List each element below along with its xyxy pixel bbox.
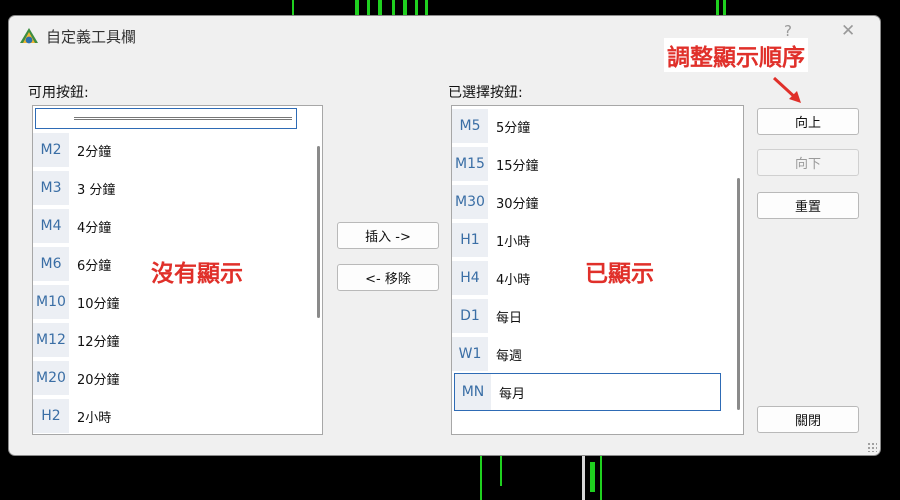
available-list-scrollbar[interactable]: [317, 146, 320, 318]
item-code: M5: [452, 109, 488, 143]
list-item[interactable]: M4 4分鐘: [33, 209, 322, 243]
window-title: 自定義工具欄: [46, 28, 137, 46]
close-icon[interactable]: ✕: [841, 21, 855, 41]
item-name: 12分鐘: [77, 334, 120, 350]
list-item[interactable]: M30 30分鐘: [452, 185, 743, 219]
item-code: M20: [33, 361, 69, 395]
item-code: M30: [452, 185, 488, 219]
close-button[interactable]: 關閉: [757, 406, 859, 433]
list-item[interactable]: W1 每週: [452, 337, 743, 371]
insert-button[interactable]: 插入 ->: [337, 222, 439, 249]
item-name: 2分鐘: [77, 144, 112, 160]
list-item[interactable]: M2 2分鐘: [33, 133, 322, 167]
selected-list-scrollbar[interactable]: [737, 178, 740, 410]
list-item[interactable]: D1 每日: [452, 299, 743, 333]
list-item[interactable]: M20 20分鐘: [33, 361, 322, 395]
item-code: MN: [455, 374, 491, 410]
reset-button[interactable]: 重置: [757, 192, 859, 219]
item-code: W1: [452, 337, 488, 371]
item-code: D1: [452, 299, 488, 333]
item-code: M6: [33, 247, 69, 281]
item-name: 10分鐘: [77, 296, 120, 312]
customize-toolbar-dialog: 自定義工具欄 ? ✕ 可用按鈕: M2 2分鐘 M3 3 分鐘 M4 4分鐘 M…: [8, 15, 881, 456]
selected-buttons-label: 已選擇按鈕:: [448, 85, 523, 101]
item-code: M4: [33, 209, 69, 243]
shown-annotation: 已顯示: [585, 261, 654, 287]
list-item[interactable]: H2 2小時: [33, 399, 322, 433]
item-name: 每月: [499, 386, 526, 402]
list-item-selected[interactable]: MN 每月: [454, 373, 721, 411]
arrow-down-right-icon: [772, 76, 801, 103]
item-code: M10: [33, 285, 69, 319]
list-item[interactable]: M5 5分鐘: [452, 109, 743, 143]
item-name: 每週: [496, 348, 523, 364]
list-item[interactable]: H1 1小時: [452, 223, 743, 257]
item-name: 20分鐘: [77, 372, 120, 388]
item-code: M3: [33, 171, 69, 205]
item-code: M15: [452, 147, 488, 181]
available-buttons-label: 可用按鈕:: [28, 85, 89, 101]
item-name: 30分鐘: [496, 196, 539, 212]
item-name: 每日: [496, 310, 523, 326]
item-code: M12: [33, 323, 69, 357]
list-item[interactable]: M15 15分鐘: [452, 147, 743, 181]
move-down-button[interactable]: 向下: [757, 149, 859, 176]
move-up-button[interactable]: 向上: [757, 108, 859, 135]
list-item[interactable]: M3 3 分鐘: [33, 171, 322, 205]
list-item[interactable]: M10 10分鐘: [33, 285, 322, 319]
not-shown-annotation: 沒有顯示: [151, 261, 243, 287]
remove-button[interactable]: <- 移除: [337, 264, 439, 291]
item-code: H2: [33, 399, 69, 433]
item-name: 15分鐘: [496, 158, 539, 174]
separator-line: [74, 117, 292, 120]
app-logo-icon: [20, 28, 38, 44]
resize-grip[interactable]: [867, 442, 877, 452]
item-name: 3 分鐘: [77, 182, 116, 198]
item-name: 4分鐘: [77, 220, 112, 236]
item-name: 1小時: [496, 234, 531, 250]
item-code: M2: [33, 133, 69, 167]
item-name: 6分鐘: [77, 258, 112, 274]
item-name: 2小時: [77, 410, 112, 426]
item-code: H4: [452, 261, 488, 295]
reorder-annotation: 調整顯示順序: [664, 38, 808, 72]
separator-item[interactable]: [35, 108, 297, 129]
item-name: 5分鐘: [496, 120, 531, 136]
item-code: H1: [452, 223, 488, 257]
item-name: 4小時: [496, 272, 531, 288]
list-item[interactable]: M12 12分鐘: [33, 323, 322, 357]
